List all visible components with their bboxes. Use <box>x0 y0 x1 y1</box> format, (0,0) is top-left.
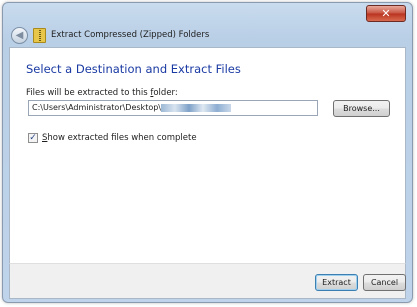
close-button[interactable]: ✕ <box>366 5 406 22</box>
content-panel: Select a Destination and Extract Files F… <box>9 47 406 263</box>
browse-button[interactable]: Browse... <box>333 100 390 117</box>
extract-button[interactable]: Extract <box>315 274 358 291</box>
destination-path-input[interactable]: C:\Users\Administrator\Desktop\ <box>28 100 318 116</box>
show-files-checkbox[interactable]: ✓ <box>28 133 38 143</box>
back-button[interactable]: ◀ <box>11 27 28 44</box>
back-arrow-icon: ◀ <box>15 30 24 41</box>
cancel-button[interactable]: Cancel <box>363 274 406 291</box>
button-bar: Extract Cancel <box>9 263 406 299</box>
wizard-title: Extract Compressed (Zipped) Folders <box>51 30 210 40</box>
close-icon: ✕ <box>381 7 391 20</box>
extract-wizard-window: ✕ ◀ Extract Compressed (Zipped) Folders … <box>2 2 413 303</box>
page-heading: Select a Destination and Extract Files <box>26 62 241 76</box>
show-files-option[interactable]: ✓ Show extracted files when complete <box>28 133 197 143</box>
destination-path-text: C:\Users\Administrator\Desktop\ <box>32 103 161 112</box>
destination-label: Files will be extracted to this folder: <box>26 88 178 98</box>
redacted-filename <box>161 104 231 112</box>
show-files-label: Show extracted files when complete <box>42 133 197 143</box>
title-bar: ✕ ◀ Extract Compressed (Zipped) Folders <box>3 3 412 47</box>
zip-folder-icon <box>33 28 46 43</box>
